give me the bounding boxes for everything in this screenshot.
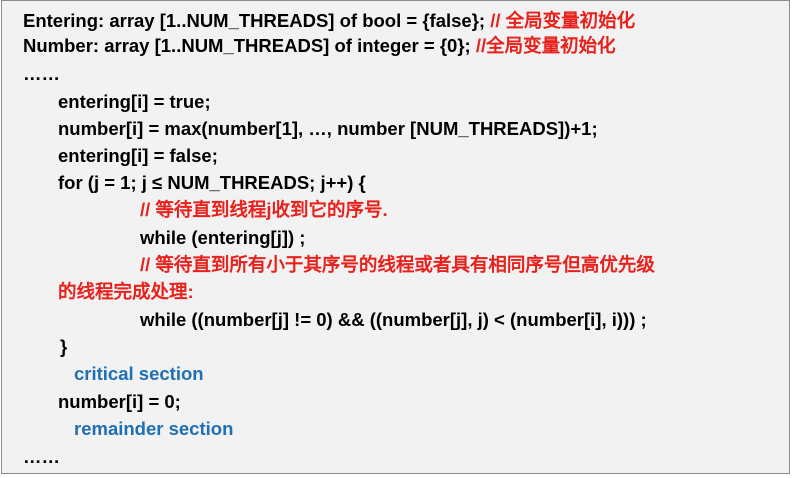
- code-line-while-entering: while (entering[j]) ;: [140, 227, 306, 248]
- code-comment: //全局变量初始化: [475, 35, 616, 56]
- code-comment-wait-number-cont: 的线程完成处理:: [58, 281, 194, 302]
- code-line-close-brace: }: [60, 336, 68, 357]
- critical-section-label: critical section: [74, 363, 204, 384]
- code-frame: Entering: array [1..NUM_THREADS] of bool…: [1, 0, 790, 474]
- code-text: Entering: array [1..NUM_THREADS] of bool…: [23, 10, 491, 31]
- code-line-ellipsis-top: ……: [23, 63, 60, 84]
- remainder-section-label: remainder section: [74, 418, 234, 439]
- code-line-entering-array: Entering: array [1..NUM_THREADS] of bool…: [23, 9, 635, 33]
- code-comment-wait-entering: // 等待直到线程j收到它的序号.: [140, 199, 388, 220]
- code-comment: // 全局变量初始化: [490, 10, 636, 31]
- code-line-while-number: while ((number[j] != 0) && ((number[j], …: [140, 309, 647, 330]
- code-comment-wait-number: // 等待直到所有小于其序号的线程或者具有相同序号但高优先级: [140, 254, 655, 275]
- code-line-entering-true: entering[i] = true;: [58, 91, 211, 112]
- code-line-entering-false: entering[i] = false;: [58, 145, 218, 166]
- code-line-number-reset: number[i] = 0;: [58, 391, 181, 412]
- code-text: Number: array [1..NUM_THREADS] of intege…: [23, 35, 476, 56]
- code-line-for-loop: for (j = 1; j ≤ NUM_THREADS; j++) {: [58, 172, 366, 193]
- code-line-number-max: number[i] = max(number[1], …, number [NU…: [58, 118, 598, 139]
- code-line-ellipsis-bottom: ……: [23, 446, 60, 467]
- code-line-number-array: Number: array [1..NUM_THREADS] of intege…: [23, 34, 616, 58]
